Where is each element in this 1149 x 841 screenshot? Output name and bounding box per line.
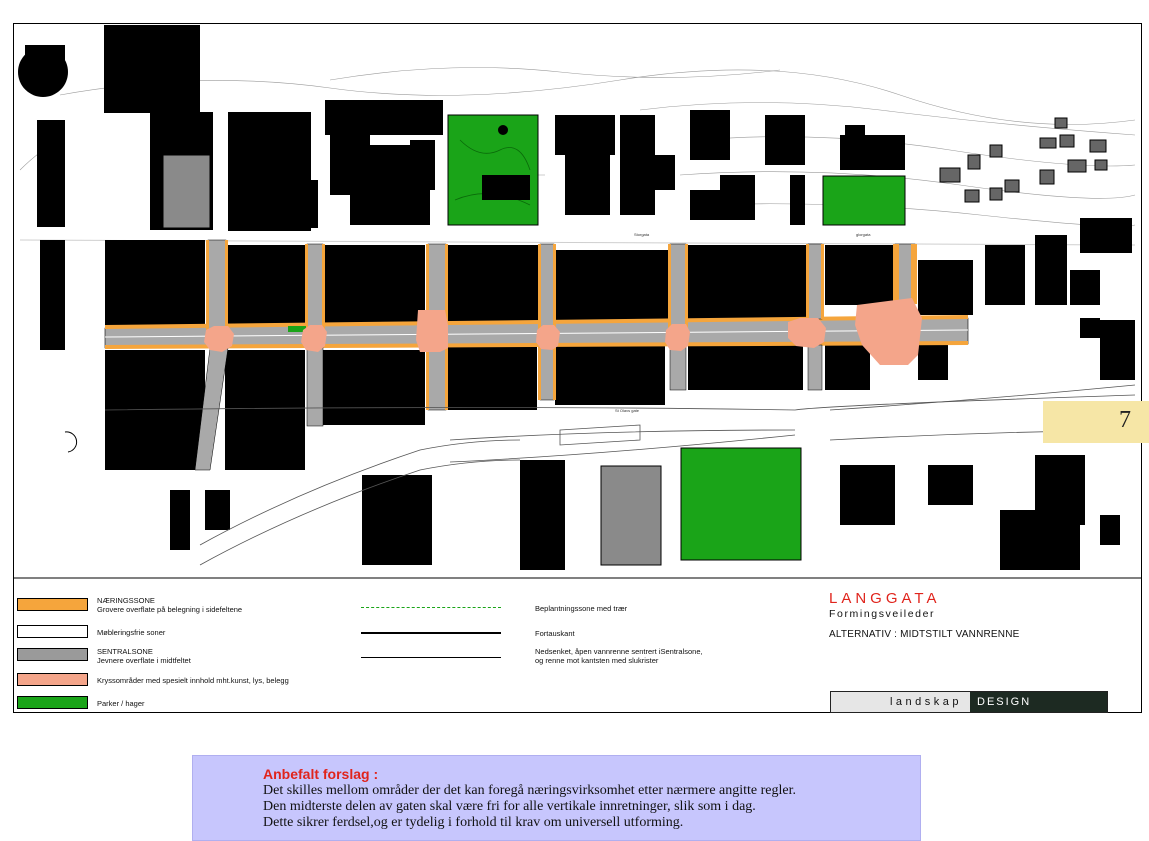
street-label-storgata: Storgata — [634, 232, 650, 237]
document-title: LANGGATA — [829, 590, 941, 607]
brand-left: landskap — [831, 692, 970, 712]
proposal-line: Dette sikrer ferdsel,og er tydelig i for… — [263, 815, 684, 830]
page-number-tab: 7 — [1043, 401, 1149, 443]
brand-logo: landskap DESIGN — [830, 691, 1108, 713]
proposal-box: Anbefalt forslag : Det skilles mellom om… — [192, 755, 921, 841]
brand-right: DESIGN — [970, 692, 1107, 712]
parking-lot-upper — [162, 154, 211, 229]
proposal-title: Anbefalt forslag : — [263, 766, 379, 782]
park-upper-right — [822, 175, 906, 226]
park-lower — [680, 447, 802, 561]
title-block: LANGGATA Formingsveileder ALTERNATIV : M… — [829, 590, 1020, 640]
page-number: 7 — [1119, 407, 1131, 433]
document-subtitle: Formingsveileder — [829, 608, 936, 620]
parking-lot-lower — [600, 465, 662, 566]
street-label-st-olavs-gate: St Olavs gate — [615, 408, 640, 413]
street-label-glorgata: glorgata — [856, 232, 871, 237]
alternative-label: ALTERNATIV : MIDTSTILT VANNRENNE — [829, 629, 1020, 640]
park-churchyard — [447, 114, 539, 226]
proposal-line: Den midterste delen av gaten skal være f… — [263, 799, 756, 814]
proposal-line: Det skilles mellom områder der det kan f… — [263, 783, 796, 798]
site-map: Storgata glorgata St Olavs gate — [14, 25, 1141, 579]
